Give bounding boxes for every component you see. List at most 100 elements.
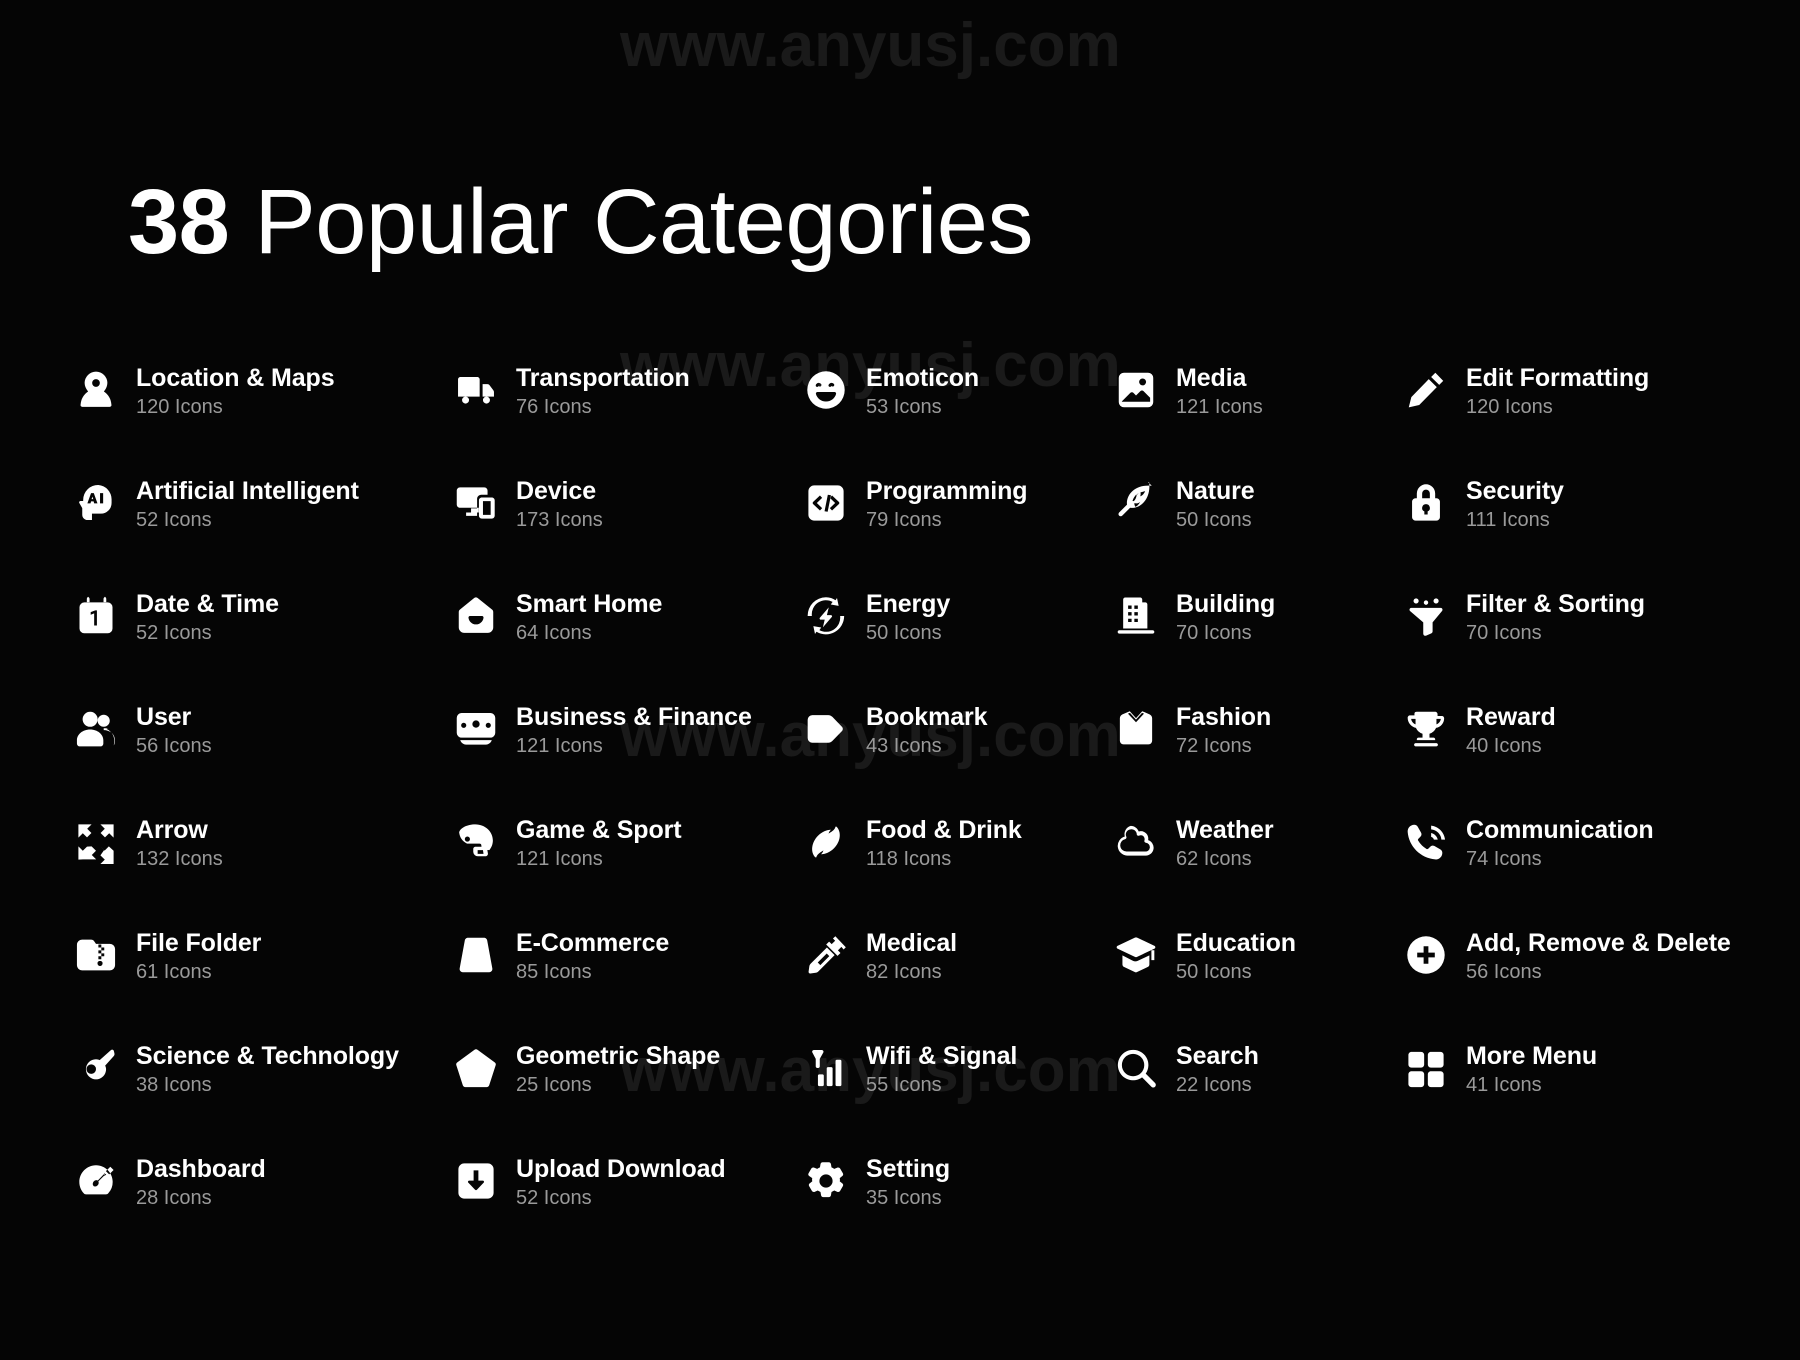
category-item[interactable]: Science & Technology 38 Icons (72, 1038, 452, 1151)
category-item[interactable]: Energy 50 Icons (802, 586, 1112, 699)
category-icon-count: 50 Icons (1176, 508, 1252, 531)
category-item[interactable]: Filter & Sorting 70 Icons (1402, 586, 1732, 699)
category-item[interactable]: Communication 74 Icons (1402, 812, 1732, 925)
category-text: Emoticon 53 Icons (866, 364, 979, 418)
users-group-icon (72, 705, 120, 753)
category-item[interactable]: Security 111 Icons (1402, 473, 1732, 586)
category-icon-count: 70 Icons (1176, 621, 1252, 644)
pencil-icon (1402, 366, 1450, 414)
category-grid: Location & Maps 120 Icons Transportation 76… (72, 360, 1732, 1264)
category-text: Upload Download 52 Icons (516, 1155, 726, 1209)
category-item[interactable]: Location & Maps 120 Icons (72, 360, 452, 473)
category-item[interactable]: Upload Download 52 Icons (452, 1151, 802, 1264)
category-label: Transportation (516, 364, 690, 392)
category-item[interactable]: E-Commerce 85 Icons (452, 925, 802, 1038)
category-text: Date & Time 52 Icons (136, 590, 279, 643)
category-icon-count: 52 Icons (136, 508, 212, 531)
category-icon-count: 76 Icons (516, 395, 592, 418)
monstera-leaf-icon (1112, 479, 1160, 527)
category-label: Game & Sport (516, 816, 682, 844)
category-icon-count: 85 Icons (516, 960, 592, 983)
category-item[interactable]: Edit Formatting 120 Icons (1402, 360, 1732, 473)
watermark-text: www.anyusj.com (620, 11, 1121, 80)
category-item[interactable]: User 56 Icons (72, 699, 452, 812)
category-item[interactable]: File Folder 61 Icons (72, 925, 452, 1038)
category-item[interactable]: Emoticon 53 Icons (802, 360, 1112, 473)
category-text: Smart Home 64 Icons (516, 590, 663, 643)
page-title-rest: Popular Categories (229, 171, 1033, 273)
office-building-icon (1112, 592, 1160, 640)
category-item[interactable]: Education 50 Icons (1112, 925, 1402, 1038)
category-icon-count: 121 Icons (516, 734, 603, 757)
category-item[interactable]: Arrow 132 Icons (72, 812, 452, 925)
category-icon-count: 56 Icons (1466, 960, 1542, 983)
category-item[interactable]: Device 173 Icons (452, 473, 802, 586)
category-item[interactable]: Geometric Shape 25 Icons (452, 1038, 802, 1151)
category-text: Media 121 Icons (1176, 364, 1263, 417)
category-icon-count: 55 Icons (866, 1073, 942, 1096)
category-item[interactable]: Programming 79 Icons (802, 473, 1112, 586)
category-label: Nature (1176, 477, 1255, 505)
category-icon-count: 50 Icons (1176, 960, 1252, 983)
category-text: Wifi & Signal 55 Icons (866, 1042, 1017, 1096)
category-item[interactable]: Bookmark 43 Icons (802, 699, 1112, 812)
category-item[interactable]: Building 70 Icons (1112, 586, 1402, 699)
category-label: Building (1176, 590, 1276, 618)
category-item[interactable]: Nature 50 Icons (1112, 473, 1402, 586)
smiley-face-icon (802, 366, 850, 414)
image-photo-icon (1112, 366, 1160, 414)
category-text: Add, Remove & Delete 56 Icons (1466, 929, 1731, 983)
category-icon-count: 52 Icons (516, 1186, 592, 1209)
category-label: Filter & Sorting (1466, 590, 1645, 618)
category-item[interactable]: Date & Time 52 Icons (72, 586, 452, 699)
category-item[interactable]: Business & Finance 121 Icons (452, 699, 802, 812)
category-icon-count: 28 Icons (136, 1186, 212, 1209)
category-label: E-Commerce (516, 929, 670, 957)
category-item[interactable]: Media 121 Icons (1112, 360, 1402, 473)
category-label: Reward (1466, 703, 1556, 731)
category-label: Upload Download (516, 1155, 726, 1183)
category-item[interactable]: Weather 62 Icons (1112, 812, 1402, 925)
category-item[interactable]: Search 22 Icons (1112, 1038, 1402, 1151)
category-text: Fashion 72 Icons (1176, 703, 1272, 757)
plus-circle-icon (1402, 931, 1450, 979)
shopping-bag-icon (452, 931, 500, 979)
folder-zip-icon (72, 931, 120, 979)
category-label: More Menu (1466, 1042, 1598, 1070)
category-icon-count: 120 Icons (136, 395, 223, 418)
category-item[interactable]: More Menu 41 Icons (1402, 1038, 1732, 1151)
category-item[interactable]: Artificial Intelligent 52 Icons (72, 473, 452, 586)
signal-bars-icon (802, 1044, 850, 1092)
comet-icon (72, 1044, 120, 1092)
category-label: Education (1176, 929, 1296, 957)
bookmark-tag-icon (802, 705, 850, 753)
category-icon-count: 173 Icons (516, 508, 603, 531)
magnifier-icon (1112, 1044, 1160, 1092)
category-label: Weather (1176, 816, 1274, 844)
category-item[interactable]: Fashion 72 Icons (1112, 699, 1402, 812)
icon-pack-preview-page: www.anyusj.com www.anyusj.com www.anyusj… (0, 0, 1800, 1360)
category-item[interactable]: Wifi & Signal 55 Icons (802, 1038, 1112, 1151)
category-item[interactable]: Add, Remove & Delete 56 Icons (1402, 925, 1732, 1038)
category-item[interactable]: Medical 82 Icons (802, 925, 1112, 1038)
category-text: Geometric Shape 25 Icons (516, 1042, 720, 1095)
category-item[interactable]: Dashboard 28 Icons (72, 1151, 452, 1264)
category-icon-count: 53 Icons (866, 395, 942, 418)
cloud-icon (1112, 818, 1160, 866)
category-text: Game & Sport 121 Icons (516, 816, 682, 869)
category-label: Device (516, 477, 597, 505)
category-item[interactable]: Setting 35 Icons (802, 1151, 1112, 1264)
category-item[interactable]: Transportation 76 Icons (452, 360, 802, 473)
category-item[interactable]: Smart Home 64 Icons (452, 586, 802, 699)
category-icon-count: 72 Icons (1176, 734, 1252, 757)
category-item[interactable]: Reward 40 Icons (1402, 699, 1732, 812)
category-label: Fashion (1176, 703, 1272, 731)
category-label: Date & Time (136, 590, 279, 618)
category-label: Artificial Intelligent (136, 477, 359, 505)
category-count: 38 (128, 171, 230, 273)
category-label: Smart Home (516, 590, 663, 618)
category-item[interactable]: Game & Sport 121 Icons (452, 812, 802, 925)
category-item[interactable]: Food & Drink 118 Icons (802, 812, 1112, 925)
category-text: Transportation 76 Icons (516, 364, 690, 418)
category-text: Filter & Sorting 70 Icons (1466, 590, 1645, 643)
